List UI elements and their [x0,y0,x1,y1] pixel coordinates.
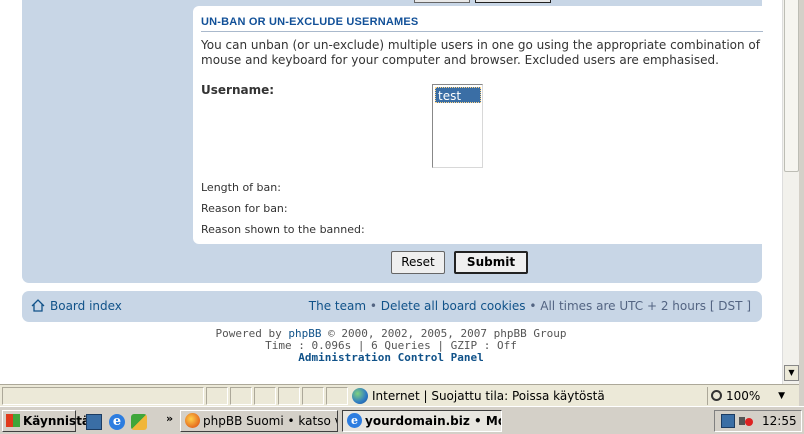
scroll-down-arrow-icon[interactable]: ▼ [784,365,799,381]
board-index-link[interactable]: Board index [50,299,122,313]
start-button[interactable]: Käynnistä [2,410,90,432]
previous-submit-button-edge [475,0,551,3]
status-cell [254,387,276,405]
clock[interactable]: 12:55 [762,411,797,431]
status-cell [230,387,252,405]
firefox-icon [185,413,200,428]
status-text-cell [2,387,204,405]
copyright-block: Powered by phpBB © 2000, 2002, 2005, 200… [0,328,782,364]
security-zone[interactable]: Internet | Suojattu tila: Poissa käytöst… [352,387,704,405]
zone-text: Internet | Suojattu tila: Poissa käytöst… [372,389,605,403]
taskbar-item-ie[interactable]: e yourdomain.biz • Mod... [342,410,502,432]
window-frame-edge [799,0,804,434]
messenger-icon[interactable] [131,414,147,430]
internet-explorer-icon[interactable]: e [109,414,125,430]
footer-navbar: Board index The team • Delete all board … [22,291,762,322]
task-label: phpBB Suomi • katso vi... [203,414,337,428]
task-label: yourdomain.biz • Mod... [365,414,501,428]
status-cell [206,387,228,405]
system-tray: 12:55 [714,410,802,432]
chevron-down-icon[interactable]: ▼ [778,387,785,405]
start-label: Käynnistä [23,414,91,428]
reset-button[interactable]: Reset [391,251,445,274]
fieldset-description: You can unban (or un-exclude) multiple u… [201,38,760,67]
admin-control-panel-link[interactable]: Administration Control Panel [298,351,483,364]
separator: • [525,299,541,313]
browser-statusbar: Internet | Suojattu tila: Poissa käytöst… [0,384,799,406]
username-multiselect[interactable]: test [432,84,483,168]
status-cell [302,387,324,405]
home-icon [31,299,45,312]
taskbar-item-firefox[interactable]: phpBB Suomi • katso vi... [180,410,338,432]
separator: • [366,299,381,313]
username-label: Username: [201,83,275,97]
windows-logo-icon [6,414,20,427]
scrollbar-thumb[interactable] [784,0,799,172]
username-option[interactable]: test [435,87,481,103]
internet-explorer-icon: e [347,413,362,428]
magnifier-icon [711,390,722,401]
length-of-ban-label: Length of ban: [201,181,281,194]
previous-button-edge [414,0,470,3]
quicklaunch-more-button[interactable]: » [166,412,173,425]
taskbar: Käynnistä e » phpBB Suomi • katso vi... … [0,406,804,434]
submit-button[interactable]: Submit [454,251,528,274]
timezone-text: All times are UTC + 2 hours [ DST ] [540,299,751,313]
show-desktop-icon[interactable] [86,414,102,430]
zoom-control[interactable]: 100% ▼ [707,387,787,405]
status-cell [278,387,300,405]
reason-shown-label: Reason shown to the banned: [201,223,365,236]
internet-globe-icon [352,388,368,404]
footer-links: The team • Delete all board cookies • Al… [309,299,751,313]
network-icon[interactable] [721,414,735,428]
vertical-scrollbar[interactable]: ▼ [782,0,799,384]
status-cell [326,387,348,405]
the-team-link[interactable]: The team [309,299,366,313]
reason-for-ban-label: Reason for ban: [201,202,288,215]
browser-viewport: UN-BAN OR UN-EXCLUDE USERNAMES You can u… [0,0,782,384]
fieldset-legend: UN-BAN OR UN-EXCLUDE USERNAMES [201,16,763,32]
zoom-level: 100% [726,389,761,403]
unban-fieldset: UN-BAN OR UN-EXCLUDE USERNAMES You can u… [193,6,773,244]
volume-muted-icon[interactable] [739,414,753,428]
delete-cookies-link[interactable]: Delete all board cookies [381,299,526,313]
content-panel: UN-BAN OR UN-EXCLUDE USERNAMES You can u… [22,0,773,283]
